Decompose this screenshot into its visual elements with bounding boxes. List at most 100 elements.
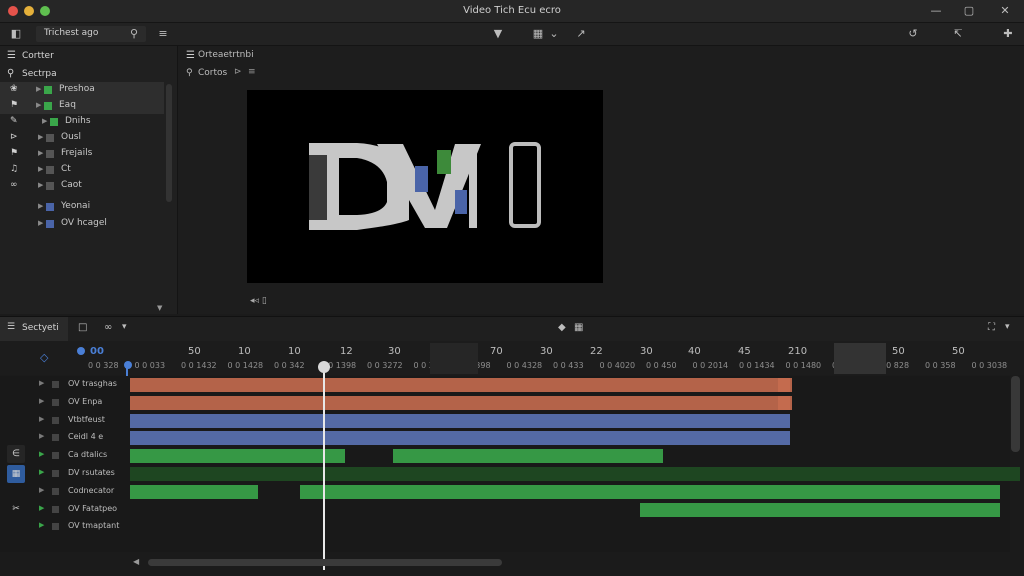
chevron-down-icon[interactable]: ▾ bbox=[1005, 322, 1010, 332]
timeline-clip[interactable] bbox=[778, 378, 792, 392]
chevron-right-icon[interactable]: ▶ bbox=[36, 101, 41, 109]
flag-icon[interactable]: ⚑ bbox=[10, 148, 18, 158]
media-item[interactable]: ❀ ▶ Preshoa bbox=[0, 82, 164, 98]
ruler-timecode-label: 0 0 358 bbox=[925, 361, 956, 370]
track-header[interactable]: ▶ Codnecator bbox=[0, 483, 128, 500]
track-header[interactable]: ▶ OV Enpa bbox=[0, 394, 128, 411]
pen-icon[interactable]: ✎ bbox=[10, 116, 18, 126]
scroll-down-icon[interactable]: ▼ bbox=[157, 304, 162, 312]
blade-tool-button[interactable]: ✂ bbox=[7, 500, 25, 518]
chevron-right-icon[interactable]: ▶ bbox=[39, 379, 44, 387]
audio-meter-label[interactable]: ◂◃ ▯ bbox=[250, 296, 267, 306]
transform-icon[interactable]: ⊳ bbox=[10, 132, 18, 142]
media-item[interactable]: ⚑ ▶ Eaq bbox=[0, 98, 164, 114]
chevron-right-icon[interactable]: ▶ bbox=[38, 133, 43, 141]
track-header[interactable]: ▶ Ceidl 4 e bbox=[0, 429, 128, 446]
chevron-down-icon[interactable]: ▾ bbox=[122, 322, 127, 332]
chevron-right-icon[interactable]: ▶ bbox=[39, 450, 44, 458]
viewer-search-icon[interactable]: ⚲ bbox=[186, 68, 193, 78]
chevron-right-icon[interactable]: ▶ bbox=[38, 181, 43, 189]
grid-icon[interactable]: ▦ bbox=[574, 322, 583, 333]
close-icon[interactable]: ✕ bbox=[997, 3, 1013, 19]
link-icon[interactable]: ∞ bbox=[10, 180, 18, 190]
timeline-clip[interactable] bbox=[130, 378, 790, 392]
list-icon[interactable]: ≡ bbox=[155, 26, 171, 42]
track-header[interactable]: ▶ Vtbtfeust bbox=[0, 412, 128, 429]
chevron-right-icon[interactable]: ▶ bbox=[42, 117, 47, 125]
media-item[interactable]: ⊳ ▶ Ousl bbox=[0, 130, 164, 146]
chevron-right-icon[interactable]: ▶ bbox=[38, 149, 43, 157]
layout-icon[interactable]: ▦ bbox=[530, 26, 546, 42]
timeline-clip[interactable] bbox=[393, 449, 663, 464]
timeline-clip[interactable] bbox=[130, 484, 258, 499]
chevron-right-icon[interactable]: ▶ bbox=[39, 521, 44, 529]
chevron-right-icon[interactable]: ▶ bbox=[39, 432, 44, 440]
fullscreen-icon[interactable]: ⛶ bbox=[988, 322, 995, 333]
track-header[interactable]: ▶ OV trasghas bbox=[0, 376, 128, 393]
panel-header-sections[interactable]: ⚲ Sectrpa bbox=[0, 66, 177, 83]
timeline-clip[interactable] bbox=[300, 484, 1000, 499]
refresh-icon[interactable]: ↺ bbox=[905, 26, 921, 42]
media-item[interactable]: ▶ Yeonai bbox=[0, 199, 164, 215]
chevron-down-icon[interactable]: ⌄ bbox=[546, 26, 562, 42]
snap-diamond-icon[interactable]: ◇ bbox=[40, 351, 48, 364]
ruler-selection[interactable] bbox=[834, 343, 886, 374]
timeline-clip[interactable] bbox=[640, 502, 1000, 517]
playhead-handle[interactable] bbox=[318, 361, 330, 373]
timeline-tab-label: Sectyeti bbox=[22, 323, 59, 333]
link-icon[interactable]: ∞ bbox=[104, 322, 112, 333]
panel-header-content[interactable]: ☰ Cortter bbox=[0, 48, 177, 65]
media-item[interactable]: ✎ ▶ Dnihs bbox=[0, 114, 164, 130]
minimize-icon[interactable]: — bbox=[928, 3, 944, 19]
pointer-icon[interactable]: ↗ bbox=[573, 26, 589, 42]
video-preview[interactable] bbox=[247, 90, 603, 283]
viewer-tab-icon[interactable]: ☰ bbox=[186, 50, 195, 61]
media-item[interactable]: ∞ ▶ Caot bbox=[0, 178, 164, 194]
media-item[interactable]: ♫ ▶ Ct bbox=[0, 162, 164, 178]
export-icon[interactable]: ↸ bbox=[950, 26, 966, 42]
filter-icon[interactable]: ≡ bbox=[248, 67, 256, 77]
timeline-vertical-scrollbar[interactable] bbox=[1011, 376, 1020, 452]
ruler-tick-label: 30 bbox=[388, 346, 401, 357]
media-item[interactable]: ▶ OV hcagel bbox=[0, 216, 164, 232]
chevron-right-icon[interactable]: ▶ bbox=[38, 219, 43, 227]
color-wheel-icon[interactable]: ❀ bbox=[10, 84, 18, 94]
maximize-icon[interactable]: ▢ bbox=[961, 3, 977, 19]
timeline-clip[interactable] bbox=[130, 467, 1020, 481]
linked-selection-button[interactable]: ▦ bbox=[7, 465, 25, 483]
panel-toggle-icon[interactable]: ◧ bbox=[8, 26, 24, 42]
tag-icon[interactable]: ⚑ bbox=[10, 100, 18, 110]
chevron-right-icon[interactable]: ▶ bbox=[39, 486, 44, 494]
chevron-right-icon[interactable]: ▶ bbox=[39, 468, 44, 476]
timeline-horizontal-scrollbar[interactable] bbox=[148, 559, 502, 566]
timeline-clip[interactable] bbox=[130, 449, 345, 464]
in-point-handle[interactable] bbox=[124, 361, 132, 369]
search-input[interactable]: Trichest ago bbox=[44, 28, 98, 38]
track-header[interactable]: ▶ OV tmaptant bbox=[0, 518, 128, 535]
timeline-ruler[interactable]: ◇ 00 50101012301007030223040452101555050… bbox=[0, 341, 1024, 375]
chevron-right-icon[interactable]: ▶ bbox=[39, 397, 44, 405]
playhead[interactable] bbox=[323, 362, 325, 570]
chevron-right-icon[interactable]: ▶ bbox=[38, 202, 43, 210]
clip-icon[interactable]: □ bbox=[78, 322, 87, 333]
scroll-left-icon[interactable]: ◀ bbox=[133, 557, 139, 566]
chevron-right-icon[interactable]: ▶ bbox=[36, 85, 41, 93]
timeline-tab[interactable]: ☰ Sectyeti bbox=[0, 317, 68, 341]
timeline-clip[interactable] bbox=[130, 413, 790, 428]
timeline-clip[interactable] bbox=[130, 431, 790, 446]
chevron-right-icon[interactable]: ▶ bbox=[38, 165, 43, 173]
shield-icon[interactable]: ◆ bbox=[558, 322, 566, 333]
media-item[interactable]: ⚑ ▶ Frejails bbox=[0, 146, 164, 162]
panel-scrollbar[interactable] bbox=[166, 84, 172, 202]
pin-icon[interactable]: ✚ bbox=[1000, 26, 1016, 42]
pointer-icon[interactable]: ⊳ bbox=[234, 67, 242, 77]
search-icon[interactable]: ⚲ bbox=[126, 26, 142, 42]
chevron-right-icon[interactable]: ▶ bbox=[39, 504, 44, 512]
audio-icon[interactable]: ♫ bbox=[10, 164, 18, 174]
snapping-button[interactable]: ∈ bbox=[7, 445, 25, 463]
timeline-clip[interactable] bbox=[778, 395, 792, 410]
track-color-swatch bbox=[52, 505, 59, 513]
marker-icon[interactable]: ▼ bbox=[490, 26, 506, 42]
chevron-right-icon[interactable]: ▶ bbox=[39, 415, 44, 423]
timeline-clip[interactable] bbox=[130, 395, 790, 410]
